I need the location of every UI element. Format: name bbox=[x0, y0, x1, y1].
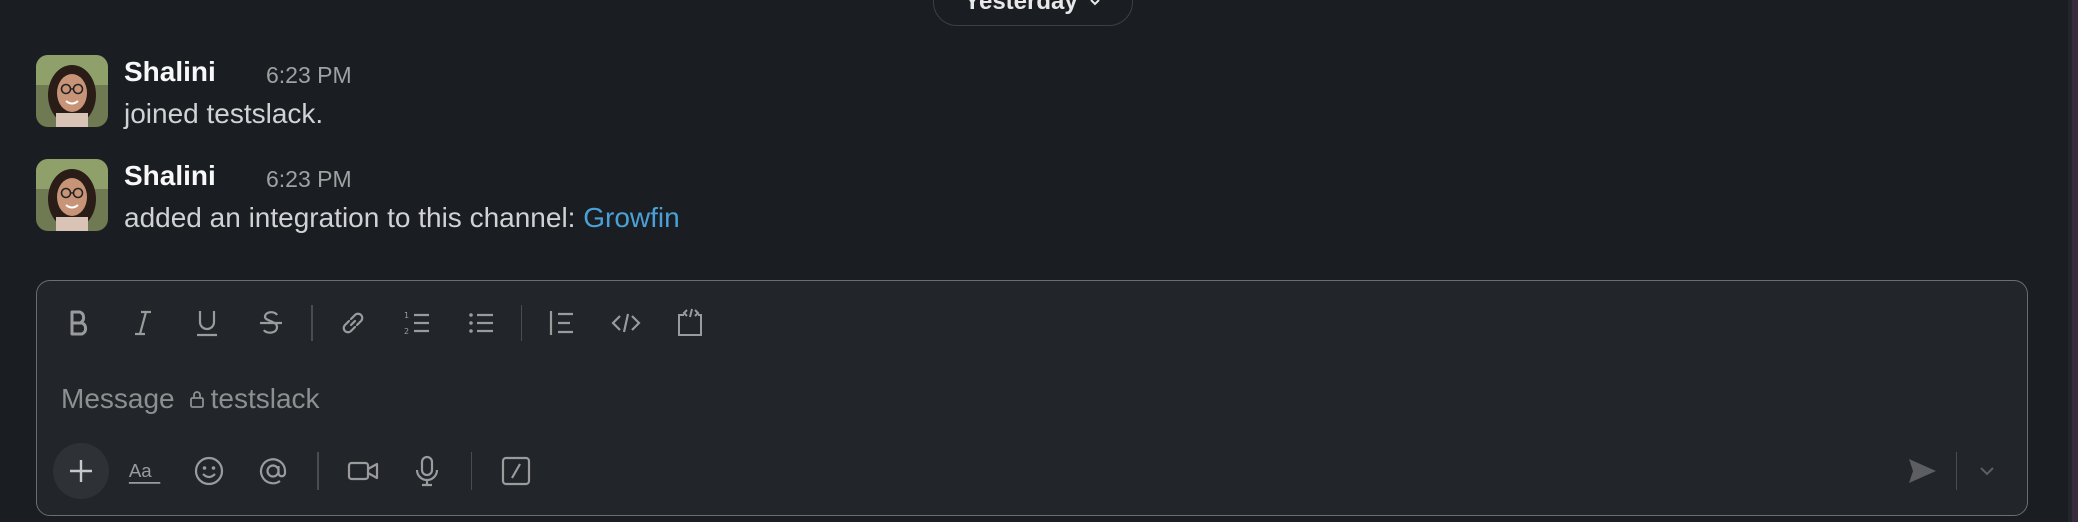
italic-button[interactable] bbox=[119, 299, 167, 347]
avatar[interactable] bbox=[36, 159, 108, 231]
blockquote-icon bbox=[549, 311, 573, 335]
svg-text:1: 1 bbox=[404, 311, 409, 320]
ordered-list-button[interactable]: 12 bbox=[393, 299, 441, 347]
send-controls bbox=[1900, 449, 2006, 493]
avatar[interactable] bbox=[36, 55, 108, 127]
integration-link[interactable]: Growfin bbox=[583, 202, 679, 233]
message-input[interactable]: Message testslack bbox=[61, 377, 1961, 421]
message-text: added an integration to this channel: Gr… bbox=[124, 201, 680, 235]
slash-command-button[interactable] bbox=[488, 443, 544, 499]
code-block-icon bbox=[678, 308, 702, 336]
slash-command-icon bbox=[501, 456, 531, 486]
toolbar-divider bbox=[470, 452, 472, 490]
bulleted-list-icon bbox=[468, 313, 493, 333]
emoji-icon bbox=[194, 456, 224, 486]
video-icon bbox=[347, 461, 378, 481]
lock-icon bbox=[189, 391, 204, 408]
svg-text:Aa: Aa bbox=[129, 460, 152, 481]
schedule-send-button[interactable] bbox=[1969, 449, 2005, 493]
message-text: joined testslack. bbox=[124, 98, 324, 129]
date-divider-button[interactable]: Yesterday bbox=[933, 0, 1133, 26]
send-button[interactable] bbox=[1900, 449, 1944, 493]
sender-name[interactable]: Shalini bbox=[124, 159, 216, 193]
attach-button[interactable] bbox=[53, 443, 109, 499]
send-divider bbox=[1955, 452, 1957, 490]
strikethrough-button[interactable] bbox=[247, 299, 295, 347]
formatting-toolbar: 12 bbox=[55, 299, 730, 347]
underline-button[interactable] bbox=[183, 299, 231, 347]
underline-icon bbox=[197, 311, 217, 337]
message-timestamp[interactable]: 6:23 PM bbox=[266, 165, 352, 193]
code-button[interactable] bbox=[602, 299, 650, 347]
bold-icon bbox=[70, 310, 88, 336]
composer-actions: Aa bbox=[53, 443, 552, 499]
message-item: Shalini 6:23 PM added an integration to … bbox=[36, 159, 1436, 239]
message-text-prefix: added an integration to this channel: bbox=[124, 202, 584, 233]
code-block-button[interactable] bbox=[666, 299, 714, 347]
link-button[interactable] bbox=[329, 299, 377, 347]
blockquote-button[interactable] bbox=[538, 299, 586, 347]
bulleted-list-button[interactable] bbox=[457, 299, 505, 347]
mention-icon bbox=[259, 458, 287, 485]
mention-button[interactable] bbox=[245, 443, 301, 499]
svg-text:2: 2 bbox=[404, 327, 409, 336]
microphone-button[interactable] bbox=[399, 443, 455, 499]
bold-button[interactable] bbox=[55, 299, 103, 347]
message-composer: 12 Message testslack Aa bbox=[36, 280, 2028, 516]
ordered-list-icon: 12 bbox=[404, 311, 429, 336]
message-item: Shalini 6:23 PM joined testslack. bbox=[36, 55, 1436, 135]
window-edge bbox=[2072, 0, 2078, 522]
microphone-icon bbox=[415, 455, 438, 487]
toolbar-divider bbox=[317, 452, 319, 490]
emoji-button[interactable] bbox=[181, 443, 237, 499]
message-timestamp[interactable]: 6:23 PM bbox=[266, 61, 352, 89]
message-placeholder-channel: testslack bbox=[210, 383, 320, 414]
text-format-button[interactable]: Aa bbox=[117, 443, 173, 499]
date-divider-label: Yesterday bbox=[964, 0, 1078, 15]
chevron-down-icon bbox=[1089, 0, 1100, 6]
send-icon bbox=[1908, 459, 1936, 483]
italic-icon bbox=[135, 310, 151, 336]
plus-icon bbox=[70, 460, 92, 482]
toolbar-divider bbox=[520, 305, 522, 341]
sender-name[interactable]: Shalini bbox=[124, 55, 216, 89]
video-button[interactable] bbox=[335, 443, 391, 499]
code-icon bbox=[611, 313, 641, 333]
strikethrough-icon bbox=[260, 311, 282, 334]
chevron-down-icon bbox=[1980, 467, 1994, 476]
toolbar-divider bbox=[311, 305, 313, 341]
message-placeholder-prefix: Message bbox=[61, 383, 175, 414]
link-icon bbox=[342, 312, 363, 334]
text-format-icon: Aa bbox=[128, 460, 161, 484]
